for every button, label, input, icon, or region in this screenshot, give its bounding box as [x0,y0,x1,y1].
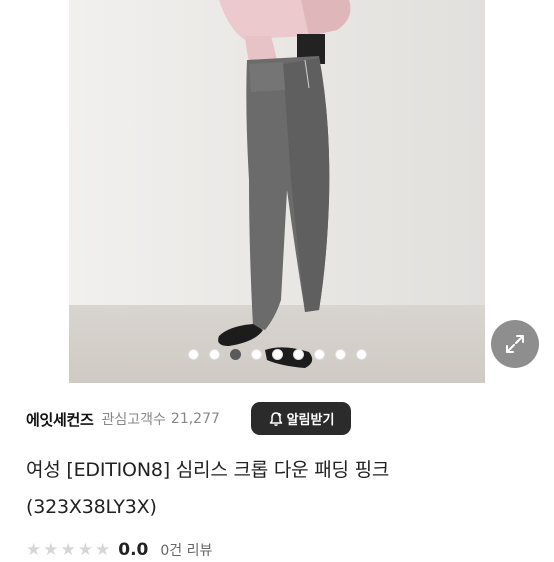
expand-icon [506,335,524,353]
alarm-button-label: 알림받기 [286,413,335,428]
rating-value: 0.0 [118,540,149,560]
carousel-dot[interactable] [187,349,199,360]
carousel-dot[interactable] [250,349,262,360]
expand-image-button[interactable] [491,320,539,368]
star-icon: ★ [77,540,93,560]
followers-count: 21,277 [170,411,220,427]
carousel-dot[interactable] [334,349,346,360]
carousel-dot[interactable] [355,349,367,360]
carousel-dots [69,349,485,360]
bell-plus-icon [269,411,282,426]
star-icon: ★ [95,540,111,560]
carousel-dot-active[interactable] [229,349,241,360]
product-image[interactable] [69,0,485,383]
model-figure [218,0,351,368]
carousel-dot[interactable] [313,349,325,360]
carousel-dot[interactable] [208,349,220,360]
product-title-line-1: 여성 [EDITION8] 심리스 크롭 다운 패딩 핑크 [26,459,390,481]
product-title-line-2: (323X38LY3X) [26,496,157,518]
carousel-dot[interactable] [271,349,283,360]
product-title: 여성 [EDITION8] 심리스 크롭 다운 패딩 핑크 (323X38LY3… [26,452,536,526]
star-icon: ★ [26,540,42,560]
carousel-dot[interactable] [292,349,304,360]
star-icon: ★ [60,540,76,560]
alarm-subscribe-button[interactable]: 알림받기 [251,402,351,435]
seller-name[interactable]: 에잇세컨즈 [26,409,94,430]
rating-summary[interactable]: ★ ★ ★ ★ ★ 0.0 0건 리뷰 [26,538,212,562]
review-count[interactable]: 0건 리뷰 [160,540,212,560]
star-icon: ★ [43,540,59,560]
followers-label: 관심고객수 [101,412,166,428]
